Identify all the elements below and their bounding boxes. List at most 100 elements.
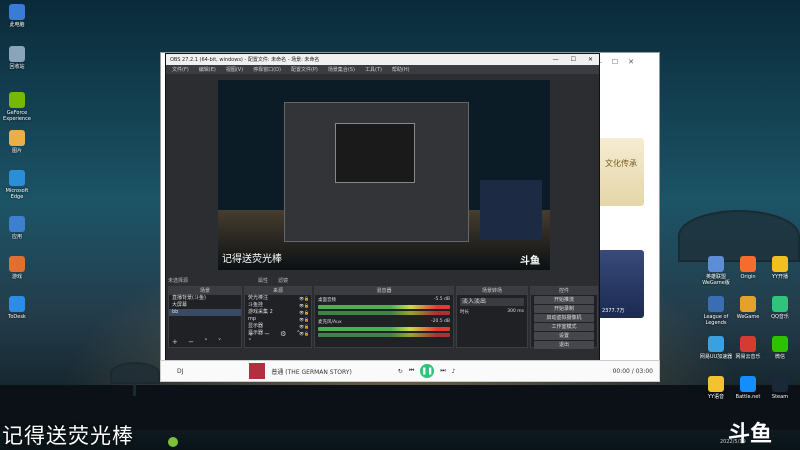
control-button[interactable]: 开始录制 — [534, 305, 594, 313]
desktop-icon-right[interactable]: QQ音乐 — [762, 296, 798, 320]
source-item[interactable]: 斗鱼挂 👁 🔓 — [245, 302, 311, 309]
play-pause-button[interactable]: ❚❚ — [420, 364, 435, 378]
source-item[interactable]: 显示器 👁 🔓 — [245, 323, 311, 330]
obs-window[interactable]: OBS 27.2.1 (64-bit, windows) - 配置文件: 未命名… — [165, 53, 600, 381]
desktop-icon-right[interactable]: YY开播 — [762, 256, 798, 280]
desktop-icon-label: QQ音乐 — [771, 314, 789, 320]
desktop-icon-right[interactable]: 微信 — [762, 336, 798, 360]
control-button[interactable]: 开始推流 — [534, 296, 594, 304]
desktop-icon-right[interactable]: 英雄联盟WeGame版 — [698, 256, 734, 286]
scene-item[interactable]: 大屏幕 — [169, 302, 241, 309]
sources-dock: 来源 荧光棒注 👁 🔓 斗鱼挂 👁 🔓 游戏采集 2 👁 🔓 mp 👁 🔓 显示器 👁 🔓 显示器 👁 🔓 + −… — [244, 286, 312, 348]
lock-icon[interactable]: 🔓 — [304, 309, 309, 316]
transitions-dock-title: 场景转场 — [457, 287, 527, 295]
desktop-icon-right[interactable]: Battle.net — [730, 376, 766, 400]
control-button[interactable]: 设置 — [534, 332, 594, 340]
lock-icon[interactable]: 🔓 — [304, 295, 309, 302]
controls-dock: 控件 开始推流 开始录制 启动虚拟摄像机 工作室模式 设置 退出 — [530, 286, 598, 349]
desktop-icon-right[interactable]: YY语音 — [698, 376, 734, 400]
mixer-channel-2-meter — [318, 327, 450, 331]
desktop-icon-left[interactable]: 此电脑 — [0, 4, 34, 28]
obs-close-icon[interactable]: ✕ — [588, 56, 593, 63]
desktop-icon-right[interactable]: 网易云音乐 — [730, 336, 766, 360]
loop-icon[interactable]: ↻ — [398, 368, 403, 375]
obs-menu-item[interactable]: 文件(F) — [172, 66, 189, 73]
desktop-icon-label: Steam — [771, 394, 789, 400]
scene-item[interactable]: 直播背景(斗鱼) — [169, 295, 241, 302]
mixer-channel-1-slider[interactable] — [318, 311, 450, 315]
obs-menu-item[interactable]: 帮助(H) — [392, 66, 410, 73]
app-icon — [708, 376, 724, 392]
desktop-icon-right[interactable]: WeGame — [730, 296, 766, 320]
streamer-card[interactable]: 2377.7万 — [598, 250, 644, 318]
app-icon — [772, 296, 788, 312]
transition-duration-value[interactable]: 300 ms — [507, 309, 524, 315]
desktop-icon-left[interactable]: 回收站 — [0, 46, 34, 70]
source-dock-buttons[interactable]: + − ⚙ ˄ ˅ — [248, 330, 311, 346]
maximize-icon[interactable]: ☐ — [612, 58, 618, 72]
mixer-dock-title: 混音器 — [315, 287, 453, 295]
browser-banner-card[interactable]: 文化传承 — [598, 138, 644, 206]
desktop-icon-label: ToDesk — [8, 314, 26, 320]
obs-minimize-icon[interactable]: — — [553, 56, 559, 63]
properties-button[interactable]: 属性 — [258, 277, 268, 284]
app-icon — [772, 376, 788, 392]
lock-icon[interactable]: 🔓 — [304, 323, 309, 330]
mixer-channel-2-name: 麦克风/Aux — [318, 320, 342, 325]
next-icon[interactable]: ⏭ — [440, 367, 445, 375]
scene-list: 直播背景(斗鱼) 大屏幕 bb — [169, 295, 241, 316]
mixer-channel-2-slider[interactable] — [318, 333, 450, 337]
desktop-icon-left[interactable]: GeForce Experience — [0, 92, 34, 122]
obs-menubar: 文件(F) 编辑(E) 视图(V) 停靠窗口(D) 配置文件(P) 场景集合(S) 工具(T… — [166, 65, 599, 74]
desktop-icon-label: 网易UU加速器 — [699, 354, 733, 360]
desktop-icon-right[interactable]: Steam — [762, 376, 798, 400]
desktop-icon-label: 图片 — [11, 148, 22, 154]
lock-icon[interactable]: 🔓 — [304, 302, 309, 309]
streamer-viewers: 2377.7万 — [602, 308, 625, 314]
obs-menu-item[interactable]: 编辑(E) — [199, 66, 216, 73]
desktop-icon-right[interactable]: League of Legends — [698, 296, 734, 326]
source-item[interactable]: 游戏采集 2 👁 🔓 — [245, 309, 311, 316]
prev-icon[interactable]: ⏮ — [409, 367, 414, 375]
obs-menu-item[interactable]: 场景集合(S) — [328, 66, 355, 73]
source-item[interactable]: 荧光棒注 👁 🔓 — [245, 295, 311, 302]
close-icon[interactable]: ✕ — [628, 58, 634, 72]
desktop-icon-right[interactable]: Origin — [730, 256, 766, 280]
source-item-label: 显示器 — [248, 323, 264, 329]
app-icon — [708, 256, 724, 272]
desktop-icon-left[interactable]: ToDesk — [0, 296, 34, 320]
volume-icon[interactable]: ♪ — [452, 368, 456, 375]
control-button[interactable]: 启动虚拟摄像机 — [534, 314, 594, 322]
obs-maximize-icon[interactable]: ☐ — [571, 56, 576, 63]
obs-menu-item[interactable]: 视图(V) — [226, 66, 243, 73]
obs-title-text: OBS 27.2.1 (64-bit, windows) - 配置文件: 未命名… — [170, 57, 320, 63]
desktop-icon-right[interactable]: 网易UU加速器 — [698, 336, 734, 360]
obs-menu-item[interactable]: 工具(T) — [365, 66, 382, 73]
stream-caption: 记得送荧光棒 — [2, 424, 134, 448]
preview-nested-icons — [480, 180, 542, 240]
scene-item[interactable]: bb — [169, 309, 241, 316]
obs-menu-item[interactable]: 停靠窗口(D) — [253, 66, 281, 73]
desktop-icon-left[interactable]: 图片 — [0, 130, 34, 154]
desktop-icon-left[interactable]: 游戏 — [0, 256, 34, 280]
desktop-icon-left[interactable]: 应用 — [0, 216, 34, 240]
preview-nested-obs-deep — [335, 123, 415, 183]
obs-menu-item[interactable]: 配置文件(P) — [291, 66, 318, 73]
mixer-dock: 混音器 桌面音频 -5.5 dB 麦克风/Aux -20.5 dB — [314, 286, 454, 348]
album-cover[interactable] — [249, 363, 266, 379]
scene-dock-buttons[interactable]: + − ˄ ˅ — [172, 338, 225, 346]
filters-button[interactable]: 滤镜 — [278, 277, 288, 284]
control-button[interactable]: 退出 — [534, 341, 594, 349]
control-button[interactable]: 工作室模式 — [534, 323, 594, 331]
desktop-icon-left[interactable]: Microsoft Edge — [0, 170, 34, 200]
source-item-label: 游戏采集 2 — [248, 309, 273, 315]
app-icon — [9, 92, 25, 108]
lock-icon[interactable]: 🔓 — [304, 316, 309, 323]
obs-preview[interactable]: 记得送荧光棒 斗鱼 — [218, 80, 550, 270]
radio-dish-left — [110, 362, 160, 384]
source-item[interactable]: mp 👁 🔓 — [245, 316, 311, 323]
desktop-icon-label: YY语音 — [707, 394, 725, 400]
music-player[interactable]: DJ 普通 (THE GERMAN STORY) ↻ ⏮ ❚❚ ⏭ ♪ 00:0… — [160, 360, 660, 382]
app-icon — [708, 296, 724, 312]
transition-select[interactable]: 淡入淡出 — [460, 298, 524, 306]
